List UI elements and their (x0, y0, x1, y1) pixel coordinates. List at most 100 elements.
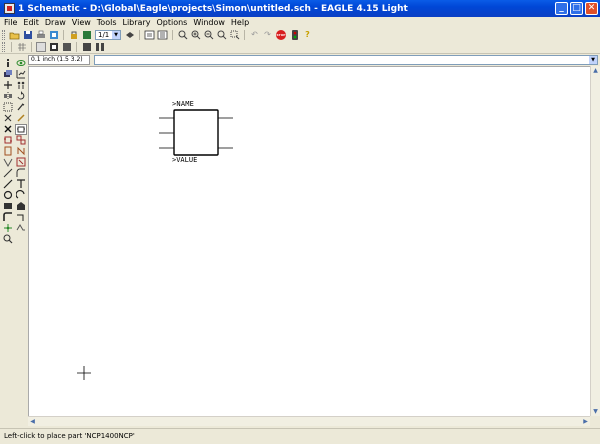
paste-icon[interactable] (15, 113, 27, 124)
toolbar-separator (172, 29, 173, 40)
toolbar-separator (139, 29, 140, 40)
wire-icon[interactable] (2, 179, 14, 190)
change-icon[interactable] (15, 102, 27, 113)
toolbar-separator (63, 29, 64, 40)
sheet-select-value: 1/1 (98, 30, 110, 39)
toolbar-grip[interactable] (2, 29, 5, 40)
scroll-down-icon[interactable]: ▼ (591, 407, 600, 416)
menu-help[interactable]: Help (228, 17, 252, 28)
menu-view[interactable]: View (69, 17, 94, 28)
display-icon[interactable] (2, 69, 14, 80)
wire-style-icon[interactable] (48, 42, 59, 53)
erc-icon[interactable] (2, 234, 14, 245)
rotate-icon[interactable] (15, 91, 27, 102)
vertical-scrollbar[interactable]: ▲ ▼ (590, 66, 600, 416)
stop-button[interactable]: STOP (276, 29, 286, 40)
sheet-select[interactable]: 1/1 ▼ (95, 29, 121, 40)
grid-icon[interactable] (16, 42, 27, 53)
board-icon[interactable] (81, 29, 92, 40)
zoom-select-icon[interactable] (229, 29, 240, 40)
copy-icon[interactable] (15, 80, 27, 91)
status-bar: Left-click to place part 'NCP1400NCP' (0, 428, 600, 444)
miter-icon[interactable] (15, 168, 27, 179)
command-palette (2, 58, 28, 430)
schematic-canvas[interactable]: >NAME >VALUE (28, 66, 590, 416)
toolbar-grip[interactable] (2, 42, 5, 52)
miter-icon[interactable] (81, 42, 92, 53)
zoom-out-icon[interactable] (203, 29, 214, 40)
name-placeholder: >NAME (172, 100, 195, 108)
maximize-button[interactable]: □ (570, 2, 583, 15)
toolbar-separator (244, 29, 245, 40)
crosshair-cursor (77, 366, 91, 380)
mirror-icon[interactable] (2, 91, 14, 102)
delete-icon[interactable] (2, 124, 14, 135)
lock-icon[interactable] (68, 29, 79, 40)
scroll-up-icon[interactable]: ▲ (591, 66, 600, 75)
close-button[interactable]: ✕ (585, 2, 598, 15)
text-icon[interactable] (15, 179, 27, 190)
net-icon[interactable] (15, 212, 27, 223)
parameter-toolbar (0, 41, 600, 54)
menu-draw[interactable]: Draw (42, 17, 69, 28)
use-library-icon[interactable] (124, 29, 135, 40)
smash-icon[interactable] (15, 157, 27, 168)
command-row: 0.1 inch (1.5 3.2) ▼ (0, 54, 600, 65)
menu-tools[interactable]: Tools (94, 17, 120, 28)
circle-icon[interactable] (2, 190, 14, 201)
command-line-input[interactable]: ▼ (94, 54, 598, 65)
save-icon[interactable] (22, 29, 33, 40)
show-icon[interactable] (15, 58, 27, 69)
zoom-fit-icon[interactable] (177, 29, 188, 40)
redo-icon[interactable]: ↷ (262, 29, 273, 40)
title-bar[interactable]: 1 Schematic - D:\Global\Eagle\projects\S… (0, 0, 600, 17)
replace-icon[interactable] (2, 146, 14, 157)
add-icon[interactable] (15, 124, 27, 135)
run-ulp-icon[interactable] (157, 29, 168, 40)
wire-bend-icon[interactable] (36, 42, 46, 52)
script-icon[interactable] (144, 29, 155, 40)
menu-edit[interactable]: Edit (20, 17, 42, 28)
minimize-button[interactable]: _ (555, 2, 568, 15)
chevron-down-icon[interactable]: ▼ (112, 30, 120, 39)
scrollbar-corner (590, 416, 600, 426)
info-icon[interactable] (2, 58, 14, 69)
horizontal-scrollbar[interactable]: ◀ ▶ (28, 416, 590, 426)
cut-icon[interactable] (2, 113, 14, 124)
split-icon[interactable] (2, 168, 14, 179)
bus-icon[interactable] (2, 212, 14, 223)
zoom-in-icon[interactable] (190, 29, 201, 40)
layer-icon[interactable] (94, 42, 105, 53)
junction-icon[interactable] (2, 223, 14, 234)
menu-file[interactable]: File (0, 17, 20, 28)
toolbar-separator (11, 42, 12, 52)
mark-icon[interactable] (15, 69, 27, 80)
undo-icon[interactable]: ↶ (249, 29, 260, 40)
toolbar-separator (76, 42, 77, 52)
scroll-right-icon[interactable]: ▶ (581, 417, 590, 426)
pinswap-icon[interactable] (2, 135, 14, 146)
print-icon[interactable] (35, 29, 46, 40)
group-icon[interactable] (2, 102, 14, 113)
arc-icon[interactable] (15, 190, 27, 201)
go-icon[interactable] (289, 29, 300, 40)
rect-icon[interactable] (2, 201, 14, 212)
schematic-app-icon[interactable] (4, 3, 15, 14)
value-icon[interactable] (2, 157, 14, 168)
redraw-icon[interactable] (216, 29, 227, 40)
name-icon[interactable] (15, 146, 27, 157)
open-icon[interactable] (9, 29, 20, 40)
chevron-down-icon[interactable]: ▼ (589, 55, 597, 64)
label-icon[interactable] (15, 223, 27, 234)
menu-options[interactable]: Options (153, 17, 190, 28)
part-pins (159, 117, 233, 149)
move-icon[interactable] (2, 80, 14, 91)
help-button[interactable]: ? (302, 29, 313, 40)
cam-processor-icon[interactable] (48, 29, 59, 40)
scroll-left-icon[interactable]: ◀ (28, 417, 37, 426)
menu-window[interactable]: Window (190, 17, 228, 28)
polygon-icon[interactable] (15, 201, 27, 212)
wire-width-icon[interactable] (61, 42, 72, 53)
gateswap-icon[interactable] (15, 135, 27, 146)
menu-library[interactable]: Library (120, 17, 154, 28)
